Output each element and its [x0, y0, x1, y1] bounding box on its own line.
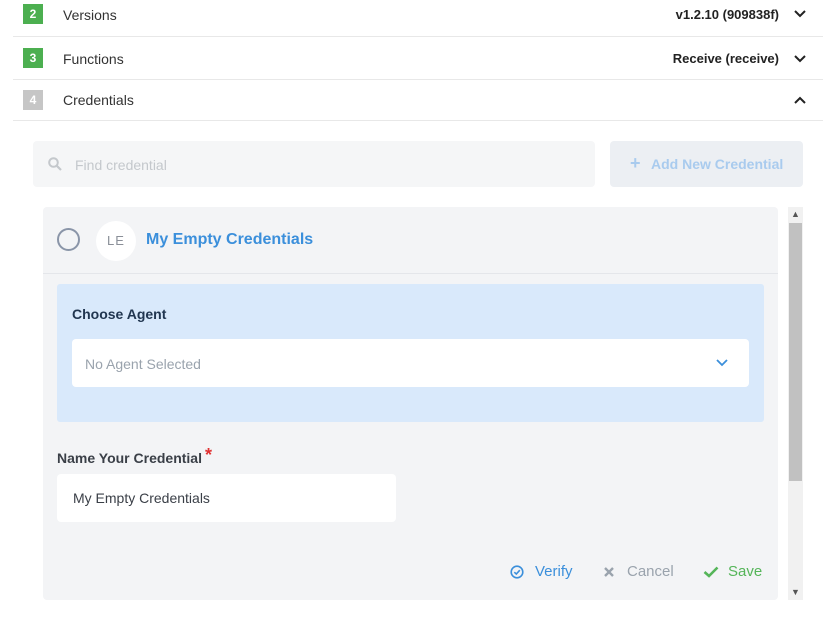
required-asterisk: * [204, 445, 212, 465]
step-label: Versions [63, 7, 117, 23]
step-label: Credentials [63, 92, 134, 108]
step-functions[interactable]: 3 Functions Receive (receive) [13, 38, 823, 80]
search-icon [48, 157, 62, 171]
credential-radio[interactable] [57, 228, 80, 251]
credential-title[interactable]: My Empty Credentials [146, 231, 313, 249]
name-credential-label-text: Name Your Credential [57, 450, 202, 466]
save-label: Save [728, 563, 763, 580]
step-versions[interactable]: 2 Versions v1.2.10 (909838f) [13, 0, 823, 37]
scroll-down-arrow-icon[interactable]: ▼ [788, 585, 803, 600]
plus-icon: + [630, 153, 641, 173]
credential-name-input[interactable] [57, 474, 396, 522]
step-label: Functions [63, 51, 124, 67]
verify-check-circle-icon [510, 565, 524, 579]
search-input[interactable] [73, 141, 577, 189]
add-button-label: Add New Credential [651, 156, 784, 172]
step-number-badge: 4 [23, 90, 43, 110]
chevron-down-icon[interactable] [793, 54, 807, 64]
step-number-badge: 2 [23, 4, 43, 24]
credential-card: LE My Empty Credentials Choose Agent No … [43, 207, 778, 600]
step-value: v1.2.10 (909838f) [675, 7, 779, 22]
scroll-thumb[interactable] [789, 223, 802, 481]
choose-agent-panel: Choose Agent No Agent Selected [57, 284, 764, 422]
chevron-down-icon [716, 359, 728, 367]
close-icon [604, 567, 614, 577]
agent-select[interactable]: No Agent Selected [72, 339, 749, 387]
step-number-badge: 3 [23, 48, 43, 68]
step-value: Receive (receive) [672, 51, 779, 66]
step-credentials[interactable]: 4 Credentials [13, 80, 823, 121]
check-icon [703, 566, 719, 578]
name-credential-label: Name Your Credential * [57, 445, 212, 468]
credential-search[interactable] [33, 141, 595, 189]
agent-select-value: No Agent Selected [85, 356, 201, 372]
chevron-down-icon[interactable] [793, 9, 807, 19]
chevron-up-icon[interactable] [793, 95, 807, 105]
cancel-label: Cancel [627, 563, 674, 580]
scroll-up-arrow-icon[interactable]: ▲ [788, 207, 803, 222]
credential-card-header[interactable]: LE My Empty Credentials [43, 207, 778, 274]
choose-agent-label: Choose Agent [72, 306, 167, 322]
avatar: LE [96, 221, 136, 261]
verify-label: Verify [535, 563, 573, 580]
add-new-credential-button[interactable]: + Add New Credential [610, 141, 803, 187]
scrollbar[interactable]: ▲ ▼ [788, 207, 803, 600]
